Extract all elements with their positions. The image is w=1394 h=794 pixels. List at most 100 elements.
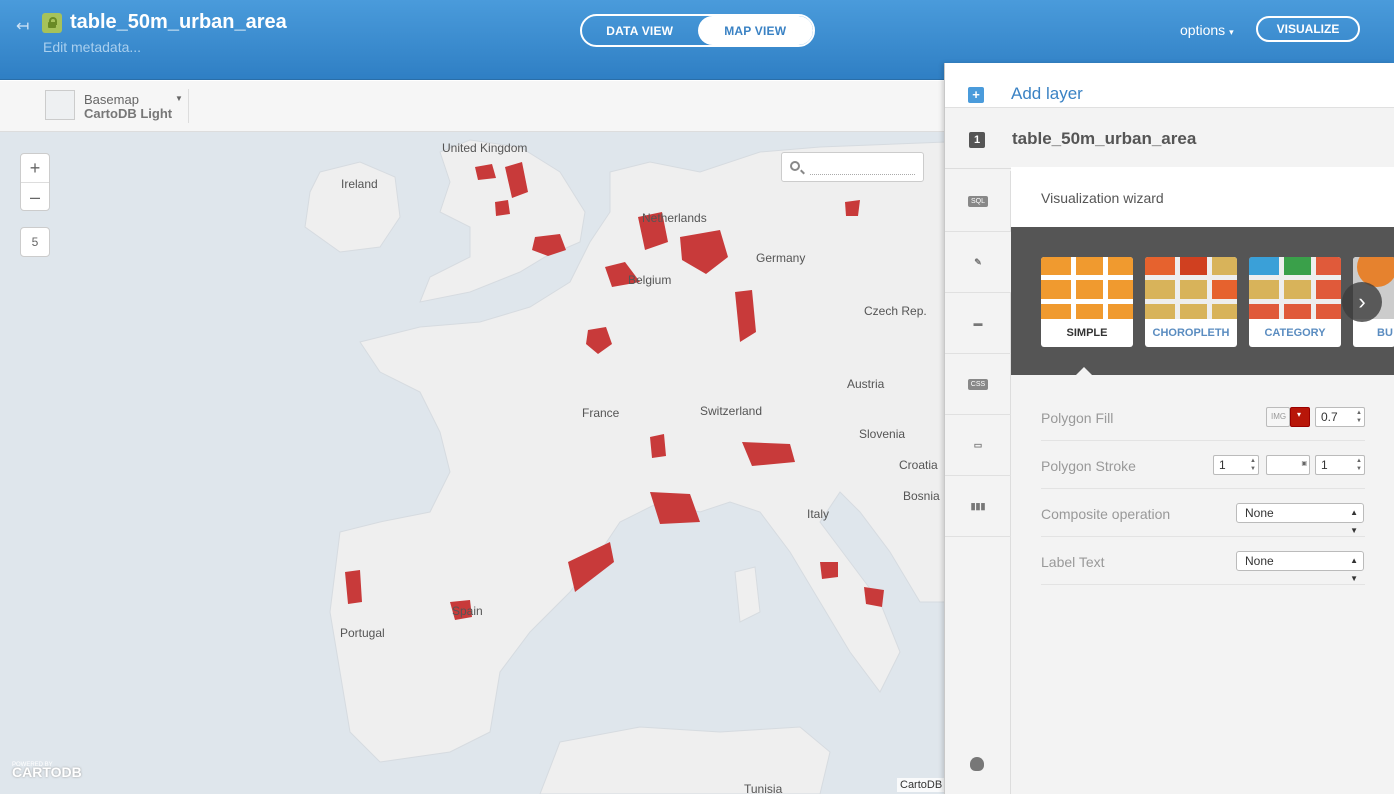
tab-sql[interactable]: SQL [945, 171, 1011, 232]
zoom-control: + – [20, 153, 50, 211]
urban-birmingham [495, 200, 510, 216]
search-icon [790, 161, 800, 171]
css-icon: CSS [967, 378, 989, 390]
legend-icon: ▭ [973, 439, 983, 450]
wizard-title: Visualization wizard [1041, 190, 1164, 206]
visualize-button[interactable]: VISUALIZE [1256, 16, 1360, 42]
selected-pointer [1075, 367, 1093, 376]
tab-map-view[interactable]: MAP VIEW [697, 16, 813, 45]
add-layer-button[interactable]: Add layer [1011, 84, 1083, 104]
edit-metadata-link[interactable]: Edit metadata... [43, 39, 141, 55]
map-label-italy: Italy [807, 507, 830, 521]
stepper-icon[interactable]: ▲ ▼ [1250, 457, 1256, 473]
table-title[interactable]: table_50m_urban_area [70, 11, 287, 34]
land-great-britain [419, 139, 586, 303]
category-thumbnail [1249, 257, 1341, 319]
fill-opacity-input[interactable]: 0.7 ▲ ▼ [1315, 407, 1365, 427]
label-text-select[interactable]: None ▲ ▼ [1236, 551, 1364, 583]
speech-bubble-icon: ▬ [973, 318, 983, 328]
basemap-bar: Basemap CartoDB Light ▼ [0, 81, 946, 132]
chevron-right-icon[interactable]: › [1342, 282, 1382, 322]
tab-css[interactable]: CSS [945, 354, 1011, 415]
updown-icon: ▲ ▼ [1350, 556, 1358, 583]
basemap-label[interactable]: Basemap [84, 92, 139, 107]
urban-lyon [650, 434, 666, 458]
tab-wizard[interactable]: ✎ [945, 232, 1011, 293]
prop-polygon-fill: Polygon Fill IMG 0.7 ▲▼ [1041, 393, 1365, 441]
urban-naples [864, 587, 884, 607]
map-label-spain: Spain [452, 604, 483, 618]
layer-number-badge: 1 [969, 132, 985, 148]
fill-color-picker[interactable] [1290, 407, 1310, 427]
fill-image-picker[interactable]: IMG [1266, 407, 1290, 427]
tab-filters[interactable]: ▮▮▮ [945, 476, 1011, 537]
wizard-type-category[interactable]: CATEGORY [1249, 257, 1341, 347]
zoom-out-button[interactable]: – [21, 183, 49, 212]
sql-icon: SQL [967, 195, 988, 207]
layer-header[interactable]: 1 table_50m_urban_area [945, 109, 1394, 169]
add-layer-row[interactable]: + Add layer [945, 63, 1394, 108]
composite-value: None [1245, 506, 1274, 520]
wizard-type-simple[interactable]: SIMPLE [1041, 257, 1133, 347]
wizard-type-choropleth[interactable]: CHOROPLETH [1145, 257, 1237, 347]
tab-legend[interactable]: ▭ [945, 415, 1011, 476]
map-label-belgium: Belgium [628, 273, 672, 287]
stepper-icon[interactable]: ▲ ▼ [1356, 457, 1362, 473]
stroke-opacity-input[interactable]: 1 ▲ ▼ [1315, 455, 1365, 475]
map-label-switzerland: Switzerland [700, 404, 763, 418]
stroke-color-picker[interactable]: ▣ [1266, 455, 1310, 475]
land-north-africa [539, 726, 831, 794]
stroke-opacity-value: 1 [1321, 458, 1328, 472]
map-label-austria: Austria [847, 377, 885, 391]
map-search-input[interactable] [781, 152, 924, 182]
map-label-czech-rep: Czech Rep. [864, 304, 927, 318]
layer-panel: + Add layer 1 table_50m_urban_area SQL ✎… [944, 63, 1394, 794]
wizard-type-label: CATEGORY [1264, 327, 1326, 339]
map-label-bosnia: Bosnia [903, 489, 940, 503]
brush-icon: ✎ [974, 256, 982, 267]
map-label-netherlands: Netherlands [642, 211, 707, 225]
simple-thumbnail [1041, 257, 1133, 319]
map-label-croatia: Croatia [899, 458, 938, 472]
choropleth-thumbnail [1145, 257, 1237, 319]
zoom-in-button[interactable]: + [21, 154, 49, 183]
options-menu[interactable]: options ▾ [1180, 22, 1234, 38]
wizard-content: Visualization wizard SIMPLE CHOROPLETH C… [1011, 167, 1394, 794]
map-canvas[interactable]: United Kingdom Ireland Netherlands Belgi… [0, 132, 946, 794]
stroke-width-value: 1 [1219, 458, 1226, 472]
land-continent [329, 141, 946, 763]
composite-operation-select[interactable]: None ▲ ▼ [1236, 503, 1364, 535]
map-attribution[interactable]: CartoDB [897, 778, 946, 792]
land-ireland [304, 161, 401, 253]
map-label-united-kingdom: United Kingdom [442, 141, 528, 155]
land-corsica [734, 566, 761, 623]
tab-infowindow[interactable]: ▬ [945, 293, 1011, 354]
lightbulb-icon[interactable] [970, 757, 984, 771]
stepper-icon[interactable]: ▲ ▼ [1356, 409, 1362, 425]
cartodb-logo: CARTODB [12, 764, 82, 780]
plus-icon[interactable]: + [968, 87, 984, 103]
basemap-value[interactable]: CartoDB Light [84, 106, 172, 121]
tab-data-view[interactable]: DATA VIEW [582, 16, 698, 45]
layer-name[interactable]: table_50m_urban_area [1012, 129, 1196, 149]
map-label-france: France [582, 406, 620, 420]
fill-opacity-value: 0.7 [1321, 410, 1338, 424]
map-label-germany: Germany [756, 251, 806, 265]
chevron-down-icon[interactable]: ▼ [175, 94, 183, 103]
lock-icon[interactable] [42, 13, 62, 33]
urban-lisbon [345, 570, 362, 604]
view-toggle: DATA VIEW MAP VIEW [580, 14, 815, 47]
prop-polygon-stroke: Polygon Stroke 1 ▲ ▼ ▣ 1 ▲ ▼ [1041, 441, 1365, 489]
back-arrow-icon[interactable]: ↤ [16, 16, 29, 36]
basemap-thumbnail[interactable] [45, 90, 75, 120]
polygon-stroke-label: Polygon Stroke [1041, 458, 1136, 474]
urban-berlin [845, 200, 860, 216]
stroke-width-input[interactable]: 1 ▲ ▼ [1213, 455, 1259, 475]
updown-icon: ▲ ▼ [1350, 508, 1358, 535]
map-label-ireland: Ireland [341, 177, 378, 191]
polygon-fill-label: Polygon Fill [1041, 410, 1114, 426]
map-label-tunisia: Tunisia [744, 782, 783, 794]
label-text-value: None [1245, 554, 1274, 568]
urban-rome [820, 562, 838, 579]
prop-composite-operation: Composite operation None ▲ ▼ [1041, 489, 1365, 537]
